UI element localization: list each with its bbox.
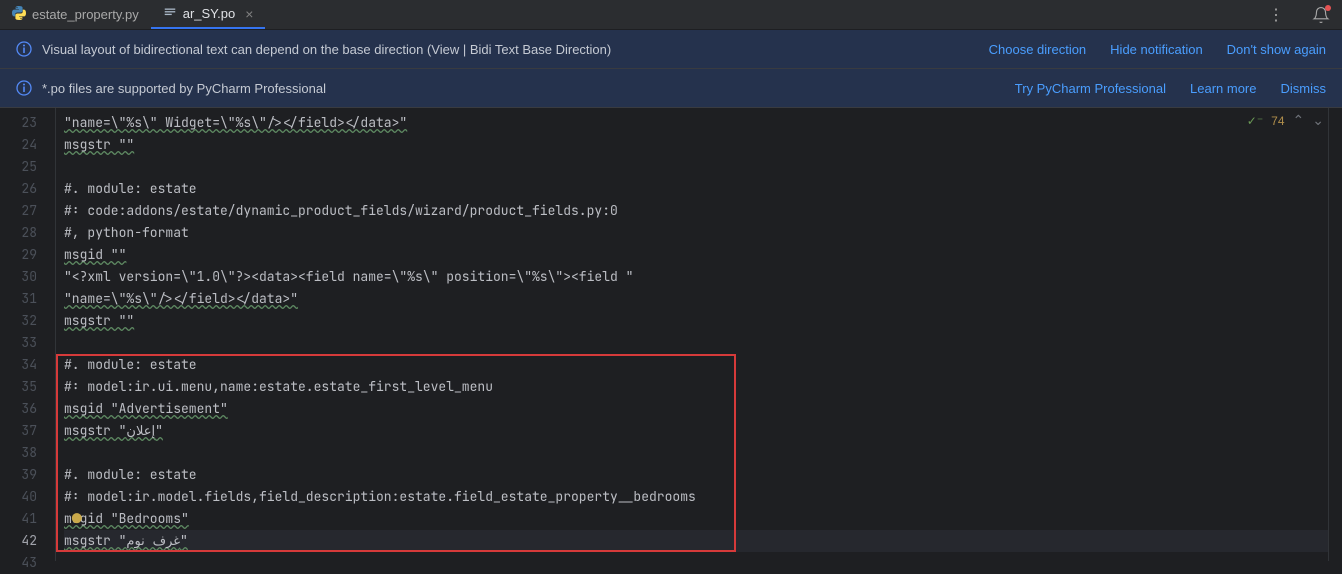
code-line (64, 552, 1328, 574)
pycharm-pro-banner: *.po files are supported by PyCharm Prof… (0, 69, 1342, 108)
line-number: 28 (0, 222, 37, 244)
code-area[interactable]: "name=\"%s\" Widget=\"%s\"/></field></da… (56, 108, 1328, 561)
line-number: 43 (0, 552, 37, 574)
code-line: #: model:ir.ui.menu,name:estate.estate_f… (64, 376, 1328, 398)
line-number: 37 (0, 420, 37, 442)
code-line: #. module: estate (64, 464, 1328, 486)
line-number: 34 (0, 354, 37, 376)
line-number: 29 (0, 244, 37, 266)
code-line: "name=\"%s\" Widget=\"%s\"/></field></da… (64, 112, 1328, 134)
chevron-down-icon[interactable]: ⌄ (1312, 112, 1324, 129)
try-pro-link[interactable]: Try PyCharm Professional (1015, 81, 1166, 96)
code-line: #: model:ir.model.fields,field_descripti… (64, 486, 1328, 508)
info-icon (16, 80, 32, 96)
tabs-container: estate_property.py ar_SY.po × (0, 0, 265, 29)
code-line: #. module: estate (64, 178, 1328, 200)
line-number: 42 (0, 530, 37, 552)
dont-show-again-link[interactable]: Don't show again (1227, 42, 1326, 57)
code-line: msgstr "غرف نوم" (64, 530, 1328, 552)
line-number: 36 (0, 398, 37, 420)
tab-menu-dots-icon[interactable]: ⋮ (1268, 5, 1286, 25)
code-line: msgstr "" (64, 310, 1328, 332)
line-gutter: 23 24 25 26 27 28 29 30 31 32 33 34 35 3… (0, 108, 56, 561)
tab-estate-property[interactable]: estate_property.py (0, 0, 151, 29)
code-line: msgstr "" (64, 134, 1328, 156)
tab-ar-sy-po[interactable]: ar_SY.po × (151, 0, 266, 29)
close-icon[interactable]: × (245, 6, 253, 22)
code-line: msgid "" (64, 244, 1328, 266)
code-line: #. module: estate (64, 354, 1328, 376)
learn-more-link[interactable]: Learn more (1190, 81, 1256, 96)
info-icon (16, 41, 32, 57)
tab-bar: estate_property.py ar_SY.po × ⋮ (0, 0, 1342, 30)
notification-dot (1325, 5, 1331, 11)
code-line: #: code:addons/estate/dynamic_product_fi… (64, 200, 1328, 222)
line-number: 27 (0, 200, 37, 222)
check-icon: ✓⁻ (1247, 114, 1263, 128)
notifications-button[interactable] (1312, 6, 1330, 27)
dismiss-link[interactable]: Dismiss (1281, 81, 1327, 96)
line-number: 35 (0, 376, 37, 398)
python-icon (12, 6, 26, 23)
hide-notification-link[interactable]: Hide notification (1110, 42, 1203, 57)
banner-text: Visual layout of bidirectional text can … (42, 42, 989, 57)
banner-text: *.po files are supported by PyCharm Prof… (42, 81, 1015, 96)
choose-direction-link[interactable]: Choose direction (989, 42, 1087, 57)
line-number: 32 (0, 310, 37, 332)
line-number: 41 (0, 508, 37, 530)
po-file-icon (163, 5, 177, 22)
bidi-banner: Visual layout of bidirectional text can … (0, 30, 1342, 69)
line-number: 23 (0, 112, 37, 134)
line-number: 40 (0, 486, 37, 508)
code-line (64, 156, 1328, 178)
inspection-widget[interactable]: ✓⁻ 74 ⌃ ⌄ (1247, 112, 1324, 129)
code-line: ●msgid "Bedrooms" (64, 508, 1328, 530)
line-number: 38 (0, 442, 37, 464)
code-line: msgstr "إعلان" (64, 420, 1328, 442)
line-number: 25 (0, 156, 37, 178)
code-line: msgid "Advertisement" (64, 398, 1328, 420)
line-number: 39 (0, 464, 37, 486)
line-number: 26 (0, 178, 37, 200)
code-line: "<?xml version=\"1.0\"?><data><field nam… (64, 266, 1328, 288)
tab-label: estate_property.py (32, 7, 139, 22)
code-line: #, python-format (64, 222, 1328, 244)
warning-bullet-icon: ● (72, 508, 82, 530)
line-number: 31 (0, 288, 37, 310)
line-number: 33 (0, 332, 37, 354)
line-number: 24 (0, 134, 37, 156)
code-editor[interactable]: 23 24 25 26 27 28 29 30 31 32 33 34 35 3… (0, 108, 1342, 561)
marker-bar[interactable] (1328, 108, 1342, 561)
code-line (64, 332, 1328, 354)
chevron-up-icon[interactable]: ⌃ (1293, 112, 1305, 129)
tab-label: ar_SY.po (183, 6, 236, 21)
code-line: "name=\"%s\"/></field></data>" (64, 288, 1328, 310)
line-number: 30 (0, 266, 37, 288)
warning-count: 74 (1271, 114, 1284, 128)
code-line (64, 442, 1328, 464)
